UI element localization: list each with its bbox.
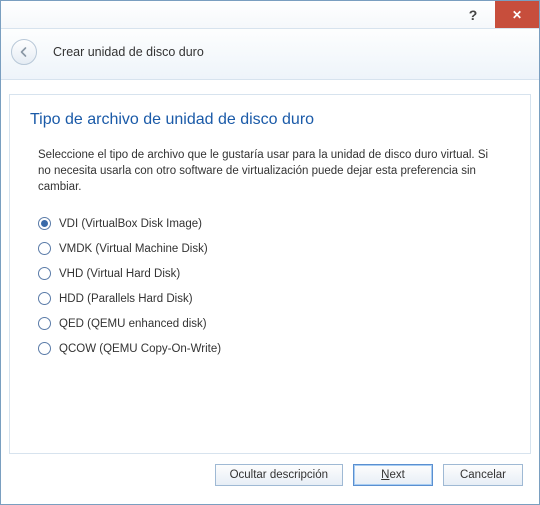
hide-description-button[interactable]: Ocultar descripción <box>215 464 343 486</box>
option-label: QED (QEMU enhanced disk) <box>59 318 207 330</box>
option-hdd[interactable]: HDD (Parallels Hard Disk) <box>38 286 510 311</box>
option-label: VMDK (Virtual Machine Disk) <box>59 243 208 255</box>
wizard-panel: Tipo de archivo de unidad de disco duro … <box>9 94 531 454</box>
option-qcow[interactable]: QCOW (QEMU Copy-On-Write) <box>38 336 510 361</box>
option-label: VDI (VirtualBox Disk Image) <box>59 218 202 230</box>
option-vdi[interactable]: VDI (VirtualBox Disk Image) <box>38 211 510 236</box>
back-button[interactable] <box>11 39 37 65</box>
wizard-title: Crear unidad de disco duro <box>53 45 204 59</box>
radio-icon <box>38 217 51 230</box>
panel-heading: Tipo de archivo de unidad de disco duro <box>30 111 510 129</box>
radio-icon <box>38 242 51 255</box>
help-button[interactable]: ? <box>451 1 495 28</box>
wizard-footer: Ocultar descripción Next Cancelar <box>9 454 531 496</box>
option-label: VHD (Virtual Hard Disk) <box>59 268 180 280</box>
wizard-header: Crear unidad de disco duro <box>1 29 539 80</box>
option-qed[interactable]: QED (QEMU enhanced disk) <box>38 311 510 336</box>
option-label: QCOW (QEMU Copy-On-Write) <box>59 343 221 355</box>
options-group: VDI (VirtualBox Disk Image) VMDK (Virtua… <box>30 211 510 361</box>
back-arrow-icon <box>18 46 30 58</box>
option-vmdk[interactable]: VMDK (Virtual Machine Disk) <box>38 236 510 261</box>
next-button[interactable]: Next <box>353 464 433 486</box>
radio-icon <box>38 317 51 330</box>
panel-description: Seleccione el tipo de archivo que le gus… <box>30 147 510 195</box>
close-button[interactable]: ✕ <box>495 1 539 28</box>
titlebar: ? ✕ <box>1 1 539 29</box>
radio-icon <box>38 292 51 305</box>
cancel-button[interactable]: Cancelar <box>443 464 523 486</box>
radio-icon <box>38 342 51 355</box>
radio-icon <box>38 267 51 280</box>
option-label: HDD (Parallels Hard Disk) <box>59 293 193 305</box>
wizard-content: Tipo de archivo de unidad de disco duro … <box>1 80 539 504</box>
dialog-window: ? ✕ Crear unidad de disco duro Tipo de a… <box>0 0 540 505</box>
option-vhd[interactable]: VHD (Virtual Hard Disk) <box>38 261 510 286</box>
next-rest: ext <box>389 469 404 481</box>
